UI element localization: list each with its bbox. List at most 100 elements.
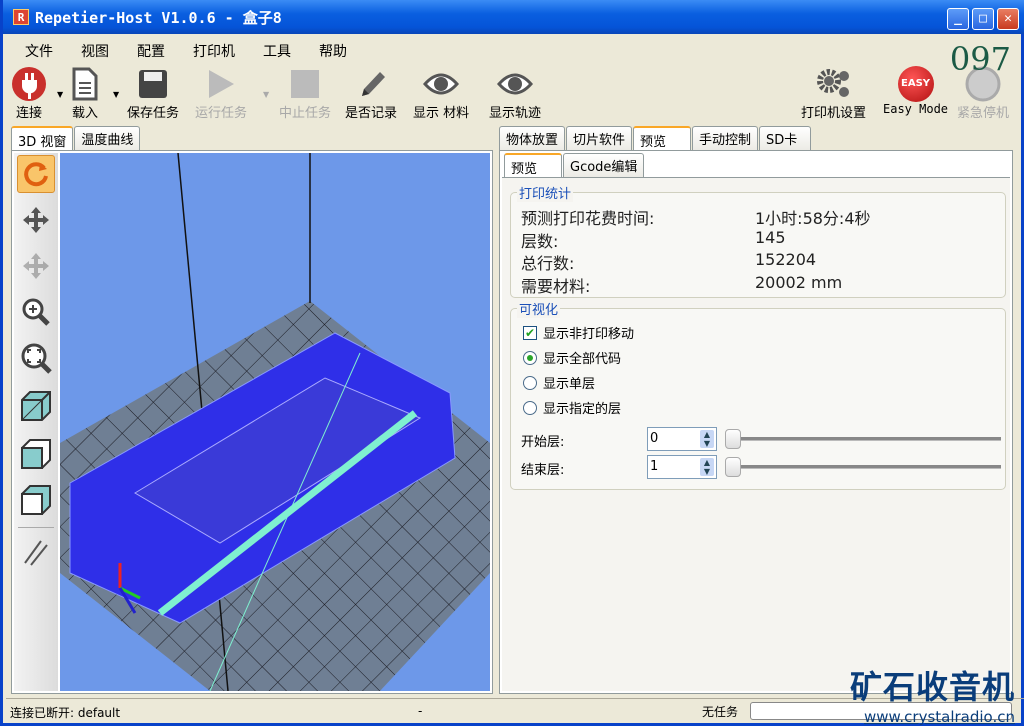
move-tool-icon[interactable] (17, 201, 55, 239)
end-layer-slider[interactable] (725, 457, 1001, 477)
tab-3d-view[interactable]: 3D 视窗 (11, 126, 74, 150)
3d-view (11, 150, 493, 694)
window-title: Repetier-Host V1.0.6 - 盒子8 (35, 8, 282, 27)
rotate-tool-icon[interactable] (17, 155, 55, 193)
save-job-button[interactable]: 保存任务 (127, 66, 179, 121)
minimize-button[interactable]: _ (947, 8, 969, 30)
load-button[interactable]: 载入 (71, 66, 99, 121)
menu-view[interactable]: 视图 (67, 38, 123, 62)
printer-settings-button[interactable]: 打印机设置 (801, 66, 866, 121)
play-icon (195, 66, 247, 102)
tab-object-placement[interactable]: 物体放置 (499, 126, 566, 150)
stat-value: 145 (755, 228, 786, 247)
radio-label: 显示指定的层 (543, 402, 622, 417)
run-job-button[interactable]: 运行任务 (195, 66, 247, 121)
slider-thumb[interactable] (725, 429, 741, 449)
gears-icon (801, 66, 866, 102)
parallel-view-icon[interactable] (17, 533, 55, 571)
slider-thumb[interactable] (725, 457, 741, 477)
stat-label: 需要材料: (521, 277, 591, 296)
left-panel: 3D 视窗 温度曲线 (11, 126, 493, 694)
tab-preview[interactable]: 预览 (633, 126, 692, 150)
stat-value: 1小时:58分:4秒 (755, 209, 871, 228)
radio-icon[interactable] (523, 400, 537, 415)
radio-single-layer[interactable]: 显示单层 (523, 373, 595, 392)
menu-tools[interactable]: 工具 (249, 38, 305, 62)
watermark-url: www.crystalradio.cn (863, 708, 1015, 726)
3d-canvas[interactable] (60, 153, 490, 691)
menu-file[interactable]: 文件 (11, 38, 67, 62)
stat-value: 20002 mm (755, 273, 843, 292)
menu-printer[interactable]: 打印机 (179, 38, 249, 62)
menu-help[interactable]: 帮助 (305, 38, 361, 62)
load-dropdown-icon[interactable]: ▼ (113, 90, 119, 99)
subtab-gcode-editor[interactable]: Gcode编辑 (563, 153, 645, 177)
visualization-group: 可视化 ✔ 显示非打印移动 显示全部代码 显示单层 显示指定的层 开始层: 0 ▲ ▼… (510, 299, 1006, 490)
show-material-button[interactable]: 显示 材料 (413, 66, 469, 121)
counter-overlay: 097 (949, 40, 1011, 78)
stop-job-button[interactable]: 中止任务 (279, 66, 331, 121)
show-path-button[interactable]: 显示轨迹 (489, 66, 541, 121)
run-dropdown-icon[interactable]: ▼ (263, 90, 269, 99)
stat-label: 层数: (521, 232, 559, 251)
fit-view-icon[interactable] (17, 339, 55, 377)
checkbox-checked-icon[interactable]: ✔ (523, 325, 537, 340)
watermark-title: 矿石收音机 (849, 668, 1015, 706)
front-view-icon[interactable] (17, 435, 55, 473)
tab-sd-card[interactable]: SD卡 (759, 126, 812, 150)
app-window: R Repetier-Host V1.0.6 - 盒子8 _ □ ✕ 文件 视图… (0, 0, 1024, 726)
radio-selected-icon[interactable] (523, 350, 537, 365)
radio-show-all[interactable]: 显示全部代码 (523, 348, 621, 367)
radio-icon[interactable] (523, 375, 537, 390)
printer-settings-label: 打印机设置 (801, 106, 867, 121)
connect-button[interactable]: 连接 (11, 66, 47, 121)
show-travel-checkbox[interactable]: ✔ 显示非打印移动 (523, 323, 634, 342)
stat-value: 152204 (755, 250, 817, 269)
radio-layer-range[interactable]: 显示指定的层 (523, 398, 621, 417)
menu-config[interactable]: 配置 (123, 38, 179, 62)
divider (18, 527, 54, 528)
eye-icon (489, 66, 541, 102)
easy-badge-icon: EASY (883, 66, 948, 102)
status-middle: - (418, 704, 423, 718)
subtab-preview[interactable]: 预览 (504, 153, 562, 177)
job-status: 无任务 (702, 705, 739, 719)
start-layer-value: 0 (650, 431, 659, 446)
top-view-icon[interactable] (17, 481, 55, 519)
zoom-tool-icon[interactable] (17, 293, 55, 331)
easy-mode-button[interactable]: EASY Easy Mode (883, 66, 948, 116)
spinner-arrows-icon[interactable]: ▲ ▼ (700, 430, 714, 448)
print-stats-group: 打印统计 预测打印花费时间: 1小时:58分:4秒 层数: 145 总行数: 1… (510, 183, 1006, 298)
print-stats-title: 打印统计 (517, 183, 574, 202)
tab-temperature-curve[interactable]: 温度曲线 (74, 126, 141, 150)
log-button[interactable]: 是否记录 (345, 66, 397, 121)
show-path-label: 显示轨迹 (489, 106, 542, 121)
tab-slicer[interactable]: 切片软件 (566, 126, 633, 150)
load-label: 载入 (71, 106, 98, 121)
end-layer-input[interactable]: 1 ▲ ▼ (647, 455, 717, 479)
close-button[interactable]: ✕ (997, 8, 1019, 30)
watermark: 矿石收音机 www.crystalradio.cn (850, 662, 1015, 726)
title-bar: R Repetier-Host V1.0.6 - 盒子8 _ □ ✕ (3, 0, 1024, 34)
start-layer-label: 开始层: (521, 435, 565, 450)
isometric-view-icon[interactable] (17, 387, 55, 425)
toolbar: 连接 ▼ 载入 ▼ 保存任务 运行任务 ▼ 中止任务 是否记录 显示 材料 显示… (7, 66, 1023, 124)
move-object-tool-icon[interactable] (17, 247, 55, 285)
connect-dropdown-icon[interactable]: ▼ (57, 90, 63, 99)
stop-icon (279, 66, 331, 102)
plug-icon (11, 66, 47, 102)
emergency-stop-label: 紧急停机 (957, 106, 1010, 121)
right-panel: 物体放置 切片软件 预览 手动控制 SD卡 预览 Gcode编辑 打印统计 预测… (499, 126, 1013, 694)
menu-bar: 文件 视图 配置 打印机 工具 帮助 (11, 38, 361, 62)
visualization-title: 可视化 (517, 299, 561, 318)
tab-manual-control[interactable]: 手动控制 (692, 126, 759, 150)
start-layer-input[interactable]: 0 ▲ ▼ (647, 427, 717, 451)
log-label: 是否记录 (345, 106, 398, 121)
eye-icon (413, 66, 469, 102)
spinner-arrows-icon[interactable]: ▲ ▼ (700, 458, 714, 476)
end-layer-label: 结束层: (521, 463, 565, 478)
document-icon (71, 66, 99, 102)
maximize-button[interactable]: □ (972, 8, 994, 30)
start-layer-slider[interactable] (725, 429, 1001, 449)
save-job-label: 保存任务 (127, 106, 180, 121)
